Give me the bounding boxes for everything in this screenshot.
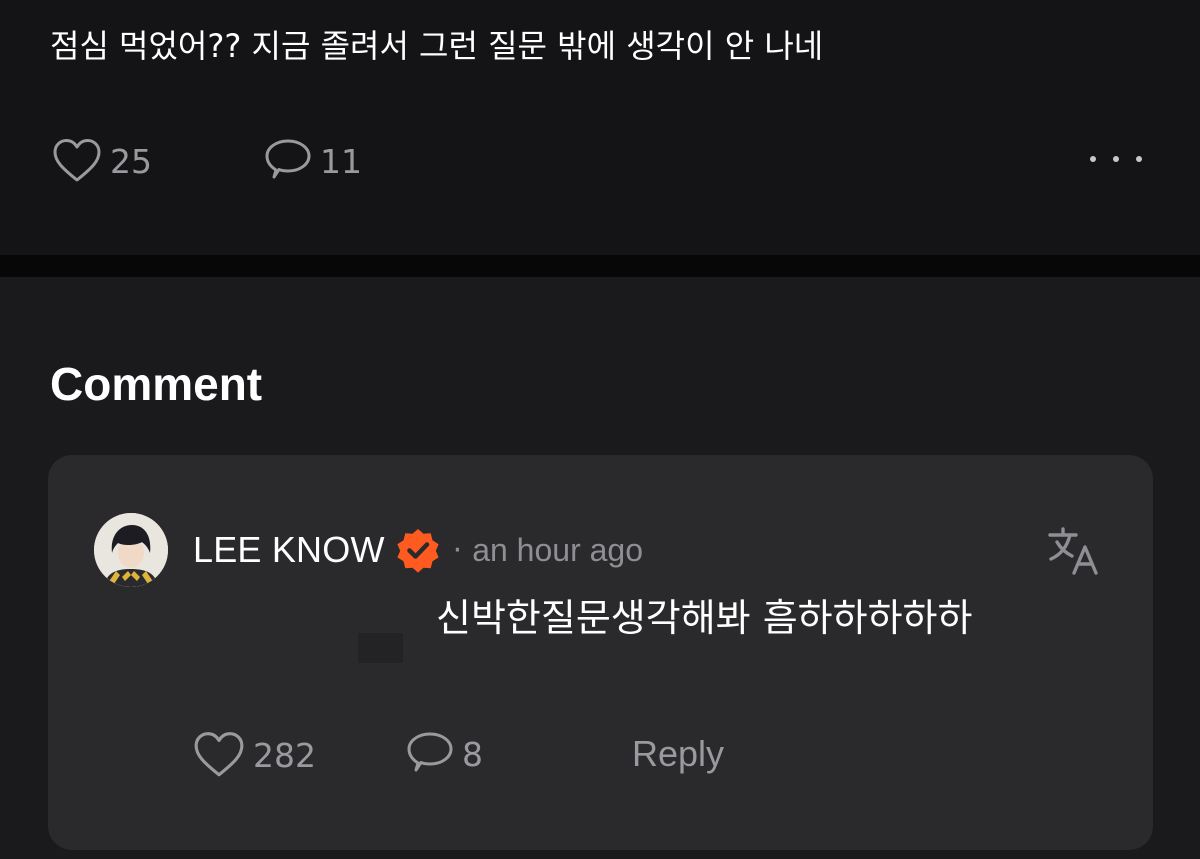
comment-author: LEE KNOW · an hour ago	[193, 527, 643, 573]
more-icon[interactable]	[1090, 150, 1142, 168]
comment-timestamp: an hour ago	[472, 531, 643, 568]
reply-button[interactable]: Reply	[632, 733, 724, 775]
comment-like-count: 282	[253, 735, 316, 775]
comment-reply-count: 8	[462, 734, 483, 774]
redaction-block	[358, 633, 403, 663]
avatar[interactable]	[94, 513, 168, 587]
comment-reply-count-button[interactable]: 8	[406, 731, 483, 777]
comment-like-button[interactable]: 282	[193, 731, 316, 779]
comment-section: Comment LEE KNOW · an hour ago 신박한질문생각해봐…	[0, 277, 1200, 859]
comment-bubble-icon	[407, 732, 453, 772]
verified-badge-icon	[397, 529, 439, 573]
post: 점심 먹었어?? 지금 졸려서 그런 질문 밖에 생각이 안 나네 25 11	[0, 0, 1200, 255]
heart-icon	[194, 732, 244, 777]
post-text: 점심 먹었어?? 지금 졸려서 그런 질문 밖에 생각이 안 나네	[50, 27, 824, 65]
post-like-button[interactable]: 25	[52, 138, 152, 184]
author-name[interactable]: LEE KNOW	[193, 529, 385, 571]
post-comment-count: 11	[320, 141, 362, 181]
section-divider	[0, 255, 1200, 277]
comment-text: 신박한질문생각해봐 흠하하하하하	[436, 596, 973, 640]
comment-card: LEE KNOW · an hour ago 신박한질문생각해봐 흠하하하하하	[48, 455, 1153, 850]
heart-icon	[53, 139, 101, 182]
comment-bubble-icon	[265, 139, 311, 179]
meta-separator: ·	[452, 532, 463, 568]
post-comment-button[interactable]: 11	[264, 138, 362, 184]
section-title: Comment	[50, 358, 263, 410]
translate-icon[interactable]	[1046, 525, 1102, 577]
post-like-count: 25	[110, 141, 152, 181]
